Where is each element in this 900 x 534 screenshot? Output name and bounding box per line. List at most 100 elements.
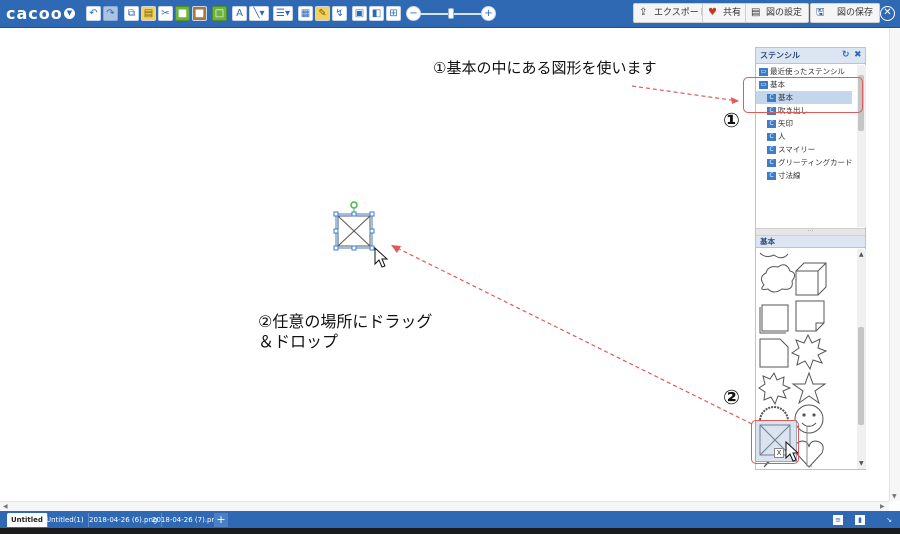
stencil-item-label: 矢印	[778, 119, 793, 128]
refresh-icon[interactable]: ↻	[842, 48, 850, 63]
top-toolbar: cacoo ▼ ↶ ↷ ⧉ ▤ ✂ ■ ■ □ A ╲▾ ☰▾ ▦ ✎ ↯ ▣ …	[0, 0, 900, 28]
zoom-out-icon[interactable]: −	[406, 6, 421, 21]
group-icon[interactable]: ■	[175, 6, 190, 21]
stencil-item-person[interactable]: C人	[756, 130, 856, 143]
stencil-item-greeting-card[interactable]: C グリーティングカード	[756, 156, 856, 169]
canvas-horizontal-scrollbar[interactable]: ◀ ▶	[0, 501, 889, 511]
undo-icon[interactable]: ↶	[86, 6, 101, 21]
scroll-right-icon[interactable]: ▶	[880, 503, 885, 510]
scroll-down-icon[interactable]: ▼	[859, 460, 864, 467]
stencil-title: ステンシル	[760, 51, 800, 60]
dropped-shape[interactable]	[330, 198, 400, 270]
panel-splitter[interactable]: ···	[756, 228, 865, 236]
image-icon[interactable]: ▣	[352, 6, 367, 21]
logo-menu-caret-icon[interactable]: ▼	[64, 8, 75, 19]
cut-icon[interactable]: ✂	[158, 6, 173, 21]
share-button[interactable]: ♥ 共有	[702, 3, 749, 23]
cube-shape[interactable]	[795, 262, 827, 296]
stencil-item-label: 最近使ったステンシル	[770, 67, 845, 76]
share-icon: ♥	[708, 7, 717, 18]
stencil-icon: C	[767, 146, 776, 154]
line-tool-icon[interactable]: ╲▾	[249, 6, 269, 21]
step-marker-1: ①	[723, 108, 740, 132]
mouse-cursor-icon	[374, 246, 389, 268]
document-shape[interactable]	[759, 338, 789, 368]
align-icon[interactable]: ☰▾	[273, 6, 293, 21]
highlight-placeholder-shape	[751, 420, 799, 464]
pen-icon[interactable]: ✎	[315, 6, 330, 21]
burst-shape[interactable]	[758, 371, 792, 406]
stencil-item-label: 寸法線	[778, 171, 801, 180]
settings-label: 図の設定	[766, 8, 803, 18]
copy-icon[interactable]: ⧉	[124, 6, 139, 21]
resize-handle[interactable]	[351, 245, 357, 251]
resize-handle[interactable]	[333, 245, 339, 251]
save-label: 図の保存	[837, 8, 874, 18]
settings-icon: ▤	[751, 7, 761, 18]
canvas-vertical-scrollbar[interactable]: ▼	[889, 29, 900, 501]
add-sheet-button[interactable]: +	[214, 513, 228, 527]
sheet-menu-icon[interactable]: ▮	[855, 515, 865, 525]
share-label: 共有	[723, 8, 742, 18]
collapse-icon[interactable]: ↘	[884, 515, 894, 525]
cloud-shape-partial[interactable]	[759, 252, 789, 259]
stencil-item-dimension[interactable]: C 寸法線	[756, 169, 856, 182]
zoom-in-icon[interactable]: +	[481, 6, 496, 21]
stencil-header: ステンシル ↻ ✖	[756, 48, 865, 64]
explosion-shape[interactable]	[790, 333, 828, 371]
text-tool-icon[interactable]: A	[232, 6, 247, 21]
scroll-up-icon[interactable]: ▲	[859, 251, 864, 258]
cloud-shape[interactable]	[760, 264, 796, 293]
scroll-thumb[interactable]	[858, 327, 864, 425]
stencil-icon: C	[767, 120, 776, 128]
stencil-item-arrow[interactable]: C 矢印	[756, 117, 856, 130]
shape-palette-scrollbar[interactable]: ▲ ▼	[857, 249, 866, 469]
step-marker-2: ②	[723, 385, 740, 409]
tab-untitled-1[interactable]: Untitled(1)	[42, 513, 89, 527]
highlight-basic-stencil	[743, 77, 863, 113]
redo-icon[interactable]: ↷	[103, 6, 118, 21]
panel-close-icon[interactable]: ✖	[854, 48, 862, 63]
stencil-item-label: 人	[778, 132, 786, 141]
annotation-step-1: ①基本の中にある図形を使います	[433, 59, 657, 77]
resize-handle[interactable]	[351, 211, 357, 217]
resize-handle[interactable]	[369, 211, 375, 217]
close-editor-icon[interactable]: ✕	[880, 6, 895, 21]
zoom-slider-knob[interactable]	[448, 8, 454, 19]
resize-handle[interactable]	[369, 245, 375, 251]
annotation-step-2-line1: ②任意の場所にドラッグ	[258, 312, 433, 331]
stencil-icon: C	[767, 133, 776, 141]
resize-handle[interactable]	[333, 228, 339, 234]
sheet-list-icon[interactable]: ≡	[833, 515, 843, 525]
annotation-step-2-line2: ＆ドロップ	[258, 332, 339, 351]
bracket-shape[interactable]	[804, 424, 814, 468]
diagram-settings-button[interactable]: ▤ 図の設定	[745, 3, 810, 23]
stencil-icon: C	[767, 172, 776, 180]
scroll-down-icon[interactable]: ▼	[892, 493, 897, 500]
resize-handle[interactable]	[369, 228, 375, 234]
connector-icon[interactable]: ↯	[332, 6, 347, 21]
shape-tool-icon[interactable]: □	[212, 6, 227, 21]
stencil-icon: C	[767, 159, 776, 167]
save-icon: 🖫	[816, 7, 825, 18]
card-stack-shape[interactable]	[759, 304, 789, 334]
grid-icon[interactable]: ⊞	[386, 6, 401, 21]
save-button[interactable]: 🖫 図の保存	[810, 3, 881, 23]
resize-handle[interactable]	[333, 211, 339, 217]
annotation-step-2: ②任意の場所にドラッグ ＆ドロップ	[258, 312, 432, 352]
shape-section-header: 基本	[756, 236, 865, 248]
stencil-item-label: グリーティングカード	[778, 158, 853, 167]
layer-icon[interactable]: ◧	[369, 6, 384, 21]
table-icon[interactable]: ▦	[298, 6, 313, 21]
star-shape[interactable]	[791, 371, 827, 405]
paste-icon[interactable]: ▤	[141, 6, 156, 21]
stencil-item-label: スマイリー	[778, 145, 816, 154]
folder-icon: ▭	[759, 68, 768, 76]
ungroup-icon[interactable]: ■	[192, 6, 207, 21]
stencil-item-smiley[interactable]: C スマイリー	[756, 143, 856, 156]
folded-note-shape[interactable]	[795, 300, 825, 332]
rotate-handle[interactable]	[350, 201, 358, 209]
sheet-tab-bar: Untitled Untitled(1) 2018-04-26 (6).png …	[0, 511, 900, 528]
cacoo-logo[interactable]: cacoo	[6, 4, 63, 23]
scroll-left-icon[interactable]: ◀	[3, 503, 8, 510]
